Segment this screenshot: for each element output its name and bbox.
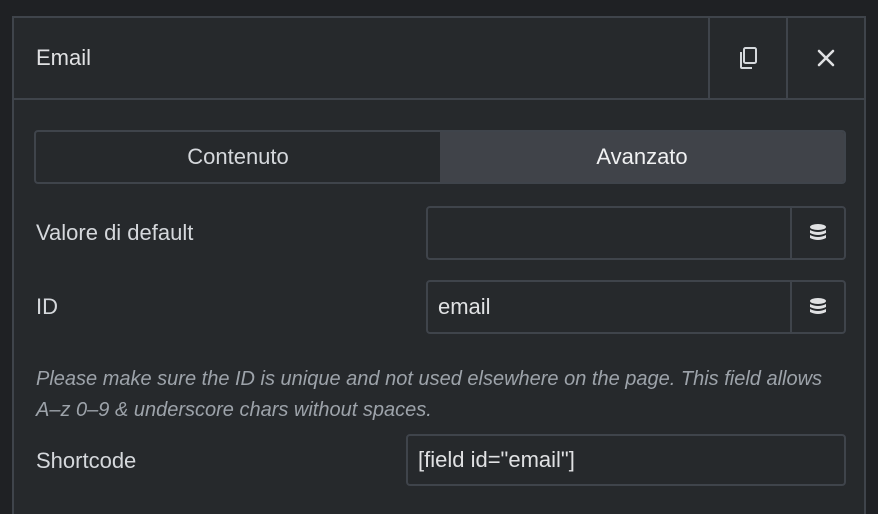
- copy-icon: [740, 47, 757, 69]
- id-help-text: Please make sure the ID is unique and no…: [36, 368, 823, 421]
- field-settings-panel: Email Contenuto Avanzato Valore di defau…: [12, 16, 866, 514]
- default-value-dynamic-button[interactable]: [790, 208, 844, 258]
- shortcode-label: Shortcode: [36, 448, 137, 473]
- close-button[interactable]: [786, 18, 864, 98]
- id-dynamic-button[interactable]: [790, 282, 844, 332]
- default-value-field: [426, 206, 846, 260]
- close-icon: [817, 49, 835, 67]
- id-label: ID: [36, 294, 58, 319]
- default-value-label: Valore di default: [36, 220, 194, 245]
- duplicate-button[interactable]: [708, 18, 786, 98]
- default-value-input[interactable]: [428, 208, 790, 258]
- panel-header: Email: [14, 18, 864, 100]
- tab-bar: Contenuto Avanzato: [34, 130, 846, 184]
- database-icon: [810, 298, 826, 314]
- id-field: [426, 280, 846, 334]
- id-input[interactable]: [428, 282, 790, 332]
- shortcode-field[interactable]: [field id="email"]: [406, 434, 846, 486]
- panel-body: Contenuto Avanzato Valore di default ID: [14, 100, 864, 514]
- tab-contenuto[interactable]: Contenuto: [36, 132, 440, 182]
- panel-title: Email: [36, 45, 92, 70]
- tab-avanzato[interactable]: Avanzato: [440, 132, 844, 182]
- database-icon: [810, 224, 826, 240]
